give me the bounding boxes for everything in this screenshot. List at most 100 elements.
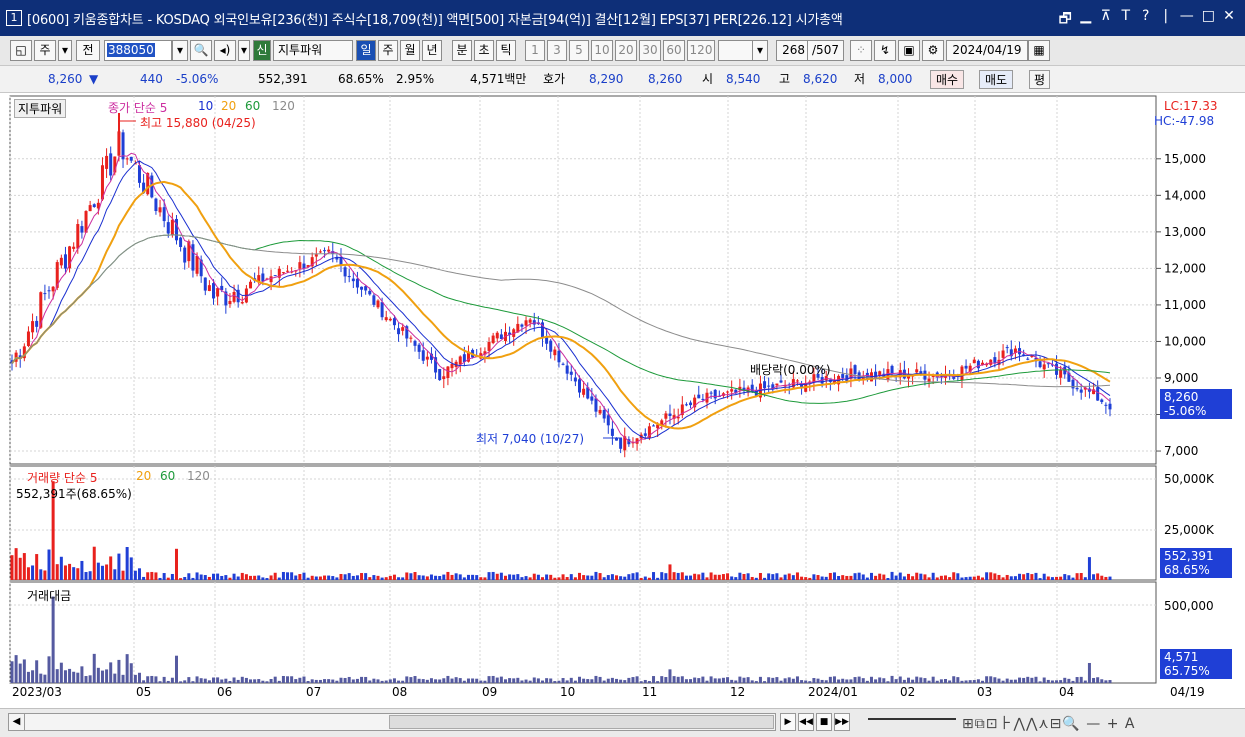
speaker-dropdown-icon[interactable]: ▾ — [238, 40, 250, 61]
amount-bar — [578, 676, 582, 683]
save-icon[interactable]: ▣ — [898, 40, 920, 61]
volume-bar — [573, 577, 577, 580]
chart-canvas[interactable]: 2023/03 05 06 07 08 09 10 11 12 2024/01 02 03 04 04/1… — [0, 93, 1245, 708]
candle-body — [228, 300, 232, 305]
amount-bar — [684, 679, 688, 683]
period-month[interactable]: 월 — [400, 40, 420, 61]
candle-body — [528, 319, 532, 323]
chevron-down-icon[interactable]: ▾ — [58, 40, 72, 61]
candle-body — [684, 404, 688, 406]
amount-bar — [257, 679, 261, 683]
volume-bar — [466, 574, 470, 580]
drawing-tools[interactable]: ⊞⧉⊡⺊⋀⋀⋏⊟🔍 — + A — [962, 713, 1136, 733]
stock-code-input[interactable]: 388050 — [104, 40, 172, 61]
volume-bar — [993, 573, 997, 580]
all-button[interactable]: 전 — [76, 40, 100, 61]
interval-20[interactable]: 20 — [615, 40, 637, 61]
interval-dropdown-icon[interactable]: ▾ — [752, 40, 768, 61]
zoom-slider[interactable] — [868, 718, 956, 720]
volume-bar — [31, 565, 35, 580]
speaker-icon[interactable]: ◂) — [214, 40, 236, 61]
rewind-icon[interactable]: ◀◀ — [798, 713, 814, 731]
market-select[interactable]: 주 — [34, 40, 56, 61]
minimize-icon[interactable]: ▁ — [1080, 8, 1092, 32]
amount-bar — [742, 677, 746, 683]
indicator-icon[interactable]: ⁘ — [850, 40, 872, 61]
amount-bar — [627, 677, 631, 683]
search-icon[interactable]: 🔍 — [190, 40, 212, 61]
volume-bar — [1092, 574, 1096, 580]
period-minute[interactable]: 분 — [452, 40, 472, 61]
x-tick-label: 04 — [1059, 685, 1074, 699]
amount-bar — [985, 676, 989, 683]
horizontal-scrollbar[interactable]: ◀ — [8, 713, 776, 731]
maximize-window-icon[interactable]: □ — [1202, 8, 1215, 32]
period-tick[interactable]: 틱 — [496, 40, 516, 61]
stop-icon[interactable]: ■ — [816, 713, 832, 731]
amount-bar — [1018, 677, 1022, 683]
amount-bar — [417, 678, 421, 683]
volume-bar — [191, 577, 195, 580]
date-input[interactable]: 2024/04/19 — [946, 40, 1028, 61]
volume-bar — [59, 556, 63, 580]
amount-bar — [878, 677, 882, 683]
period-week[interactable]: 주 — [378, 40, 398, 61]
gear-icon[interactable]: ⚙ — [922, 40, 944, 61]
volume-bar — [137, 568, 141, 580]
amount-bar — [956, 677, 960, 683]
period-second[interactable]: 초 — [474, 40, 494, 61]
volume-bar — [964, 577, 968, 580]
count-input[interactable]: 268 — [776, 40, 808, 61]
eval-button[interactable]: 평 — [1029, 70, 1051, 89]
volume-bar — [22, 553, 26, 580]
minimize-window-icon[interactable]: — — [1180, 8, 1194, 32]
play-icon[interactable]: ▶ — [780, 713, 796, 731]
interval-5[interactable]: 5 — [569, 40, 589, 61]
trend-icon[interactable]: ↯ — [874, 40, 896, 61]
candle-body — [643, 433, 647, 436]
high-label: 고 — [779, 72, 791, 86]
sell-button[interactable]: 매도 — [979, 70, 1014, 89]
amount-bar — [791, 678, 795, 683]
restore-icon[interactable]: 🗗 — [1059, 8, 1072, 32]
scroll-thumb[interactable] — [389, 715, 774, 729]
amount-bar — [927, 680, 931, 683]
amount-bar — [187, 677, 191, 683]
chart-area[interactable]: 2023/03 05 06 07 08 09 10 11 12 2024/01 02 03 04 04/1… — [0, 93, 1245, 737]
candle-body — [709, 392, 713, 394]
bottom-bar: ◀ ▶ ◀◀ ■ ▶▶ ⊞⧉⊡⺊⋀⋀⋏⊟🔍 — + A — [0, 708, 1245, 737]
layout-icon[interactable]: ◱ — [10, 40, 32, 61]
period-year[interactable]: 년 — [422, 40, 442, 61]
interval-10[interactable]: 10 — [591, 40, 613, 61]
candle-body — [569, 371, 573, 375]
candle-body — [520, 324, 524, 327]
interval-30[interactable]: 30 — [639, 40, 661, 61]
interval-1[interactable]: 1 — [525, 40, 545, 61]
scroll-left-icon[interactable]: ◀ — [9, 714, 25, 730]
close-icon[interactable]: ✕ — [1223, 8, 1235, 32]
amount-bar — [401, 680, 405, 683]
font-icon[interactable]: T — [1120, 8, 1132, 32]
volume-bar — [602, 577, 606, 580]
buy-button[interactable]: 매수 — [930, 70, 965, 89]
fast-forward-icon[interactable]: ▶▶ — [834, 713, 850, 731]
interval-3[interactable]: 3 — [547, 40, 567, 61]
amount-bar — [1022, 677, 1026, 683]
amount-bar — [783, 678, 787, 683]
amount-bar — [631, 677, 635, 683]
volume-bar — [438, 575, 442, 580]
interval-120[interactable]: 120 — [687, 40, 715, 61]
amount-bar — [388, 679, 392, 683]
volume-bar — [832, 572, 836, 580]
help-icon[interactable]: ? — [1140, 8, 1152, 32]
interval-60[interactable]: 60 — [663, 40, 685, 61]
calendar-icon[interactable]: ▦ — [1028, 40, 1050, 61]
candle-body — [927, 378, 931, 382]
amount-bar — [869, 676, 873, 683]
amount-bar — [327, 679, 331, 683]
volume-bar — [220, 575, 224, 580]
volume-bar — [746, 573, 750, 580]
code-dropdown-icon[interactable]: ▾ — [172, 40, 188, 61]
period-day[interactable]: 일 — [356, 40, 376, 61]
pin-icon[interactable]: ⊼ — [1100, 8, 1112, 32]
